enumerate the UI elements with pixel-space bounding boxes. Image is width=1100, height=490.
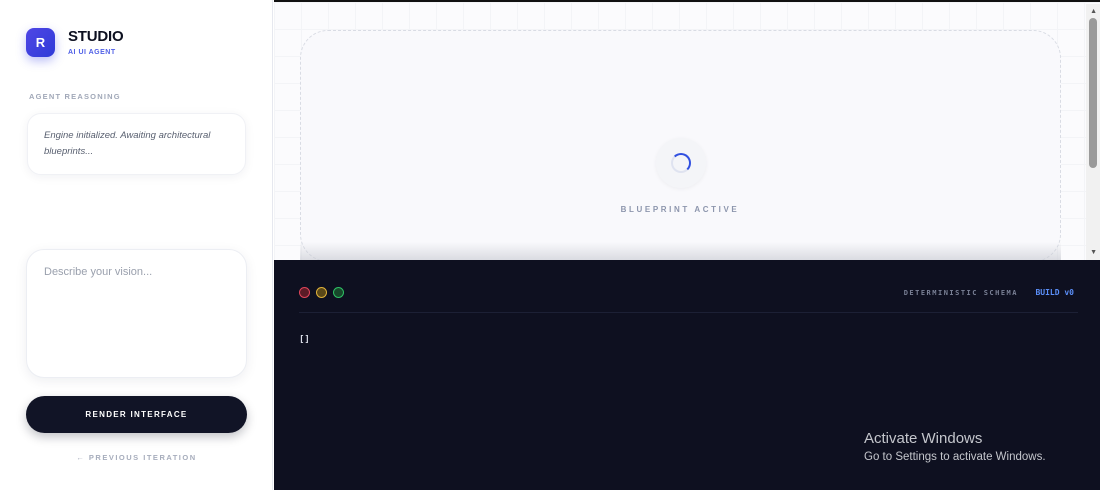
render-interface-button[interactable]: RENDER INTERFACE: [26, 396, 247, 433]
blueprint-fade: [300, 242, 1061, 260]
scroll-down-arrow-icon[interactable]: ▼: [1090, 249, 1097, 256]
brand-subtitle: AI UI AGENT: [68, 49, 116, 56]
window-controls: [299, 287, 344, 298]
canvas-scrollbar[interactable]: ▲ ▼: [1086, 4, 1100, 260]
brand: R STUDIO AI UI AGENT: [26, 28, 124, 57]
activate-windows-watermark: Activate Windows Go to Settings to activ…: [864, 430, 1046, 463]
red-dot-icon: [299, 287, 310, 298]
loading-spinner-icon: [671, 153, 691, 173]
scroll-thumb[interactable]: [1089, 18, 1097, 168]
sidebar: R STUDIO AI UI AGENT AGENT REASONING Eng…: [0, 0, 273, 490]
studio-app: R STUDIO AI UI AGENT AGENT REASONING Eng…: [0, 0, 1100, 490]
vision-input[interactable]: [26, 249, 247, 378]
brand-title: STUDIO: [68, 28, 124, 45]
reasoning-card: Engine initialized. Awaiting architectur…: [27, 113, 246, 175]
console-output: []: [299, 335, 310, 345]
build-label: BUILD v0: [1035, 288, 1074, 297]
yellow-dot-icon: [316, 287, 327, 298]
reasoning-section-label: AGENT REASONING: [29, 92, 121, 101]
schema-label: DETERMINISTIC SCHEMA: [903, 289, 1018, 297]
spinner-container: [656, 138, 706, 188]
previous-iteration-link[interactable]: ← PREVIOUS ITERATION: [0, 453, 273, 462]
activate-windows-title: Activate Windows: [864, 430, 983, 447]
activate-windows-subtitle: Go to Settings to activate Windows.: [864, 451, 1046, 463]
logo-icon: R: [26, 28, 55, 57]
green-dot-icon: [333, 287, 344, 298]
console-divider: [299, 312, 1078, 313]
blueprint-status-label: BLUEPRINT ACTIVE: [620, 205, 740, 214]
scroll-up-arrow-icon[interactable]: ▲: [1090, 8, 1097, 15]
reasoning-text: Engine initialized. Awaiting architectur…: [44, 130, 211, 157]
brand-text: STUDIO AI UI AGENT: [68, 28, 124, 57]
preview-canvas: BLUEPRINT ACTIVE ▲ ▼: [274, 0, 1100, 260]
